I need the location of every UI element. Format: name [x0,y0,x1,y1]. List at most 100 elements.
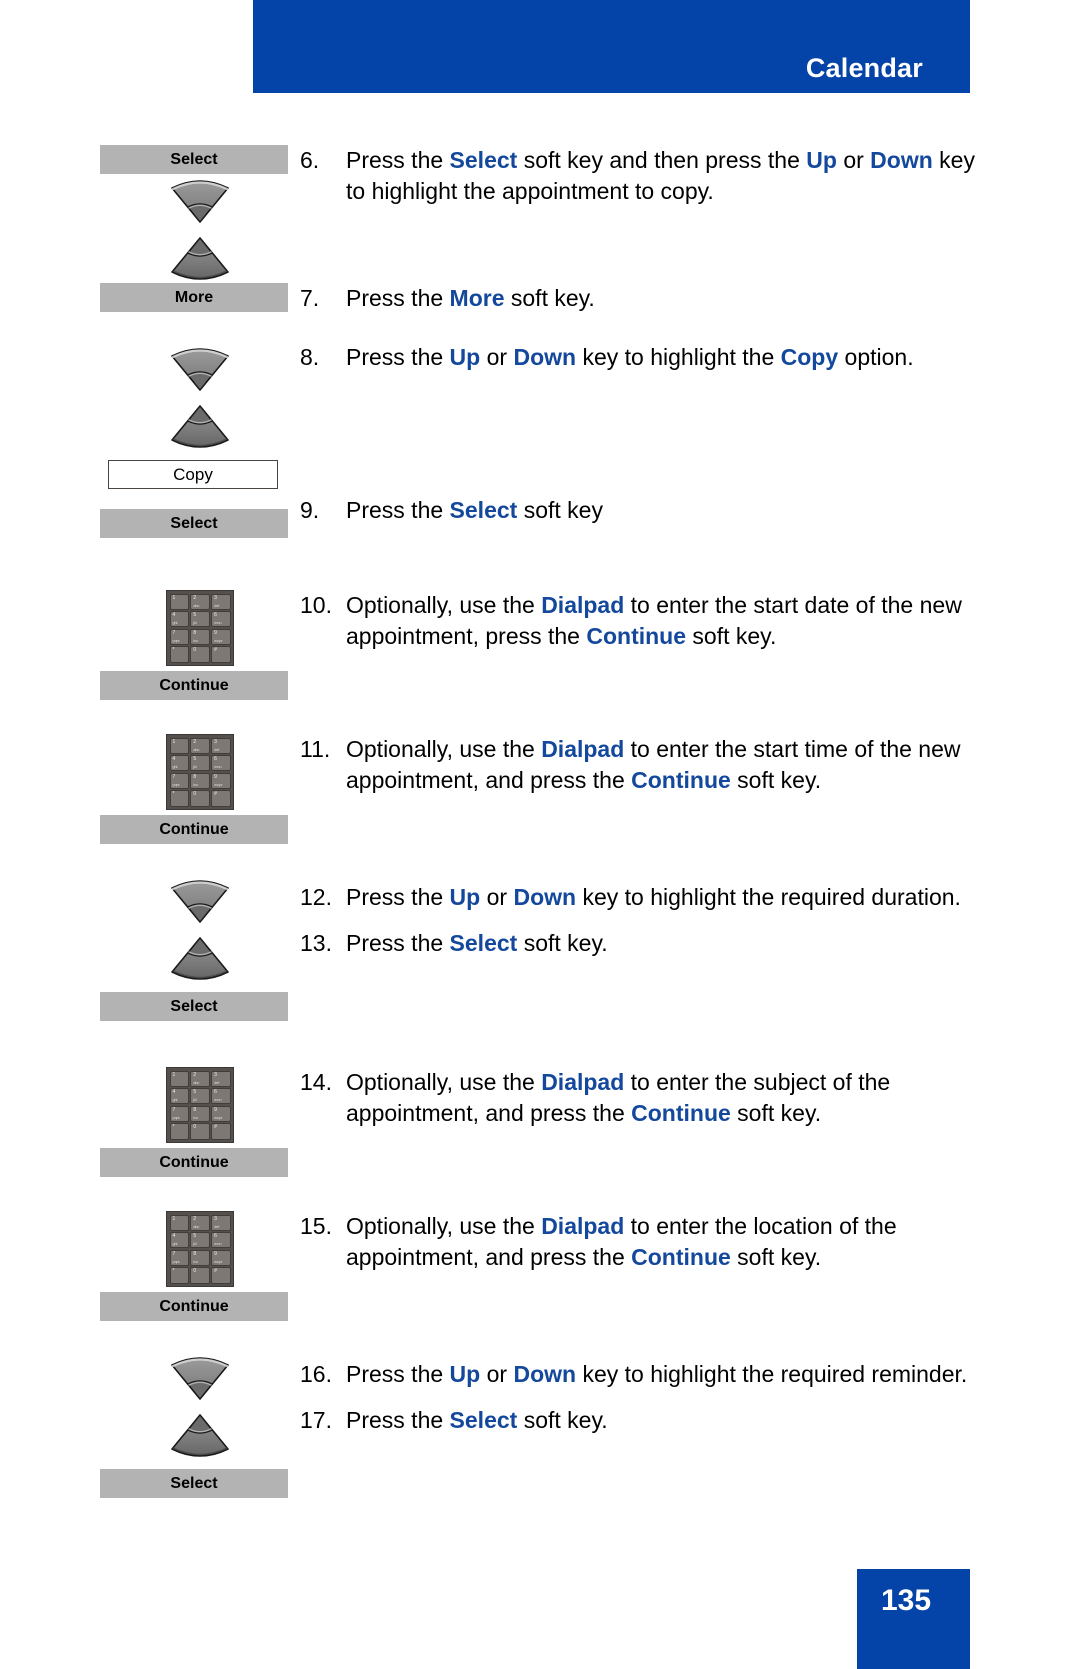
dialpad-key-5[interactable]: 5 jkl [190,1088,210,1105]
dialpad-key-0[interactable]: 0 [190,1267,210,1284]
dialpad-key-digit: 5 [193,756,197,763]
step-number: 6. [300,147,320,173]
dialpad-key-digit: 1 [172,594,176,601]
dialpad-key-digit: * [172,1268,175,1275]
plain-text: Optionally, use the [346,1213,542,1239]
dialpad-key-7[interactable]: 7 pqrs [169,1105,189,1122]
dialpad-icon[interactable]: 1 2 abc 3 def 4 ghi 5 jkl 6 mno 7 pqrs 8 tuv 9 wxyz * 0 # [166,1211,234,1287]
dialpad-key-4[interactable]: 4 ghi [169,611,189,628]
dialpad-key-8[interactable]: 8 tuv [190,1105,210,1122]
dialpad-key-0[interactable]: 0 [190,646,210,663]
dialpad-key-1[interactable]: 1 [169,1214,189,1231]
dialpad-key-1[interactable]: 1 [169,737,189,754]
up-arrow-key[interactable] [164,174,236,226]
dialpad-key-3[interactable]: 3 def [211,593,231,610]
softkey-select[interactable]: Select [100,992,288,1021]
dialpad-key-star[interactable]: * [169,1267,189,1284]
step-text: Optionally, use the Dialpad to enter the… [346,1067,995,1129]
dialpad-key-9[interactable]: 9 wxyz [211,1249,231,1266]
dialpad-key-3[interactable]: 3 def [211,1214,231,1231]
dialpad-key-1[interactable]: 1 [169,1070,189,1087]
dialpad-key-7[interactable]: 7 pqrs [169,1249,189,1266]
dialpad-key-4[interactable]: 4 ghi [169,1232,189,1249]
plain-text: or [836,147,871,173]
softkey-select[interactable]: Select [100,1469,288,1498]
step-text: Optionally, use the Dialpad to enter the… [346,734,995,796]
dialpad-key-7[interactable]: 7 pqrs [169,628,189,645]
down-arrow-key[interactable] [164,234,236,286]
step-block-8: Copy 8. Press the Up or Down key to high… [0,342,1080,489]
dialpad-key-9[interactable]: 9 wxyz [211,772,231,789]
dialpad-key-2[interactable]: 2 abc [190,1214,210,1231]
dialpad-key-hash[interactable]: # [211,646,231,663]
dialpad-icon[interactable]: 1 2 abc 3 def 4 ghi 5 jkl 6 mno 7 pqrs 8 tuv 9 wxyz * 0 # [166,590,234,666]
dialpad-icon[interactable]: 1 2 abc 3 def 4 ghi 5 jkl 6 mno 7 pqrs 8 tuv 9 wxyz * 0 # [166,734,234,810]
dialpad-key-6[interactable]: 6 mno [211,1232,231,1249]
dialpad-key-2[interactable]: 2 abc [190,593,210,610]
dialpad-key-3[interactable]: 3 def [211,737,231,754]
up-arrow-key[interactable] [164,1351,236,1403]
up-arrow-key[interactable] [164,874,236,926]
dialpad-key-1[interactable]: 1 [169,593,189,610]
dialpad-key-hash[interactable]: # [211,1123,231,1140]
dialpad-key-0[interactable]: 0 [190,1123,210,1140]
menu-item-copy[interactable]: Copy [108,460,278,489]
dialpad-key-digit: 7 [172,629,176,636]
plain-text: key to highlight the required reminder. [576,1361,968,1387]
dialpad-key-2[interactable]: 2 abc [190,737,210,754]
dialpad-key-5[interactable]: 5 jkl [190,1232,210,1249]
dialpad-key-letters: def [214,1079,220,1085]
keyword-term: Down [513,884,577,910]
dialpad-key-5[interactable]: 5 jkl [190,611,210,628]
plain-text: Press the [346,930,450,956]
softkey-select[interactable]: Select [100,509,288,538]
dialpad-key-2[interactable]: 2 abc [190,1070,210,1087]
keyword-term: Dialpad [541,736,625,762]
dialpad-key-9[interactable]: 9 wxyz [211,1105,231,1122]
dialpad-key-6[interactable]: 6 mno [211,755,231,772]
dialpad-key-digit: 4 [172,1089,176,1096]
down-arrow-key[interactable] [164,934,236,986]
dialpad-key-digit: 2 [193,1215,197,1222]
softkey-continue[interactable]: Continue [100,671,288,700]
dialpad-key-letters: jkl [193,764,197,770]
step-number: 16. [300,1361,332,1387]
dialpad-key-6[interactable]: 6 mno [211,1088,231,1105]
dialpad-key-8[interactable]: 8 tuv [190,1249,210,1266]
dialpad-key-hash[interactable]: # [211,1267,231,1284]
dialpad-key-8[interactable]: 8 tuv [190,628,210,645]
keyword-term: Up [449,344,481,370]
dialpad-key-9[interactable]: 9 wxyz [211,628,231,645]
page-footer-bar: 135 [857,1569,970,1669]
dialpad-key-digit: 2 [193,1071,197,1078]
dialpad-key-letters: tuv [193,1258,199,1264]
down-arrow-key[interactable] [164,1411,236,1463]
dialpad-key-0[interactable]: 0 [190,790,210,807]
dialpad-key-3[interactable]: 3 def [211,1070,231,1087]
softkey-select[interactable]: Select [100,145,288,174]
step-text: Press the Select soft key. [346,928,995,959]
dialpad-key-letters: tuv [193,1114,199,1120]
dialpad-icon[interactable]: 1 2 abc 3 def 4 ghi 5 jkl 6 mno 7 pqrs 8 tuv 9 wxyz * 0 # [166,1067,234,1143]
dialpad-key-star[interactable]: * [169,1123,189,1140]
softkey-continue[interactable]: Continue [100,1148,288,1177]
step-text: Press the Up or Down key to highlight th… [346,342,995,373]
dialpad-key-hash[interactable]: # [211,790,231,807]
up-arrow-key[interactable] [164,342,236,394]
down-arrow-key[interactable] [164,402,236,454]
step-item: 12. Press the Up or Down key to highligh… [300,882,995,913]
dialpad-key-7[interactable]: 7 pqrs [169,772,189,789]
dialpad-key-8[interactable]: 8 tuv [190,772,210,789]
plain-text: soft key. [517,930,608,956]
dialpad-key-5[interactable]: 5 jkl [190,755,210,772]
dialpad-key-star[interactable]: * [169,646,189,663]
softkey-continue[interactable]: Continue [100,1292,288,1321]
icon-column-6: Select [100,145,300,286]
dialpad-key-6[interactable]: 6 mno [211,611,231,628]
dialpad-key-4[interactable]: 4 ghi [169,1088,189,1105]
nav-updown-keys [100,174,300,286]
dialpad-key-4[interactable]: 4 ghi [169,755,189,772]
softkey-continue[interactable]: Continue [100,815,288,844]
dialpad-key-star[interactable]: * [169,790,189,807]
softkey-more[interactable]: More [100,283,288,312]
